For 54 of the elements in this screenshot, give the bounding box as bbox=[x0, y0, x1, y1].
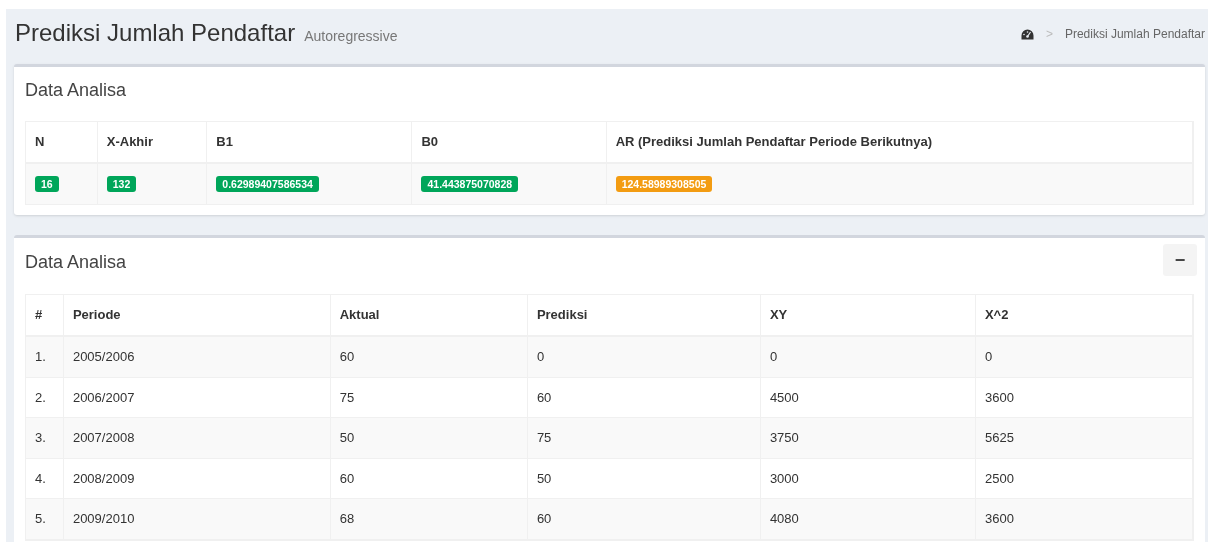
breadcrumb-item[interactable]: Prediksi Jumlah Pendaftar bbox=[1064, 25, 1205, 43]
table-cell: 60 bbox=[527, 499, 761, 539]
column-header: # bbox=[26, 295, 64, 335]
table-cell: 3600 bbox=[975, 499, 1193, 539]
value-badge: 132 bbox=[106, 175, 137, 193]
breadcrumb-separator: > bbox=[1045, 26, 1053, 43]
table-cell: 75 bbox=[527, 418, 761, 458]
table-cell: 3. bbox=[26, 418, 64, 458]
table-cell: 0 bbox=[527, 337, 761, 377]
panel-title: Data Analisa bbox=[25, 79, 128, 102]
table-cell: 60 bbox=[330, 458, 528, 498]
column-header: Prediksi bbox=[527, 295, 761, 335]
table-cell: 3750 bbox=[760, 418, 976, 458]
table-cell: 2. bbox=[26, 377, 64, 417]
panel-title: Data Analisa bbox=[25, 251, 127, 274]
table-cell: 60 bbox=[527, 377, 761, 417]
table-cell: 2008/2009 bbox=[63, 458, 331, 498]
value-badge: 16 bbox=[35, 175, 59, 193]
table-cell: 4. bbox=[26, 458, 64, 498]
table-cell: 5. bbox=[26, 499, 64, 539]
table-cell: 50 bbox=[330, 418, 528, 458]
collapse-button[interactable]: − bbox=[1163, 244, 1197, 276]
column-header: Periode bbox=[63, 295, 331, 335]
value-badge: 0.62989407586534 bbox=[216, 175, 319, 193]
column-header: Aktual bbox=[330, 295, 528, 335]
table-cell: 2009/2010 bbox=[63, 499, 331, 539]
table-cell: 5625 bbox=[975, 418, 1193, 458]
table-cell: 0 bbox=[760, 337, 976, 377]
table-cell: 50 bbox=[527, 458, 761, 498]
table-cell: 2005/2006 bbox=[63, 337, 331, 377]
table-cell: 3600 bbox=[975, 377, 1193, 417]
value-badge: 124.58989308505 bbox=[615, 175, 713, 193]
dashboard-icon bbox=[1020, 28, 1034, 40]
table-cell: 60 bbox=[330, 337, 528, 377]
column-header: XY bbox=[760, 295, 976, 335]
table-cell: 2006/2007 bbox=[63, 377, 331, 417]
value-badge: 41.443875070828 bbox=[421, 175, 519, 193]
table-cell: 75 bbox=[330, 377, 528, 417]
page-title: Prediksi Jumlah Pendaftar bbox=[15, 18, 296, 48]
page-subtitle: Autoregressive bbox=[304, 26, 398, 46]
column-header: X-Akhir bbox=[97, 122, 208, 162]
table-cell: 0 bbox=[975, 337, 1193, 377]
table-cell: 4500 bbox=[760, 377, 976, 417]
column-header: B1 bbox=[207, 122, 413, 162]
table-cell: 68 bbox=[330, 499, 528, 539]
table-cell: 2500 bbox=[975, 458, 1193, 498]
column-header: N bbox=[26, 122, 98, 162]
column-header: B0 bbox=[412, 122, 607, 162]
column-header: AR (Prediksi Jumlah Pendaftar Periode Berikutnya) bbox=[606, 122, 1193, 162]
table-cell: 3000 bbox=[760, 458, 976, 498]
table-cell: 1. bbox=[26, 337, 64, 377]
column-header: X^2 bbox=[975, 295, 1193, 335]
table-cell: 4080 bbox=[760, 499, 976, 539]
table-cell: 2007/2008 bbox=[63, 418, 331, 458]
